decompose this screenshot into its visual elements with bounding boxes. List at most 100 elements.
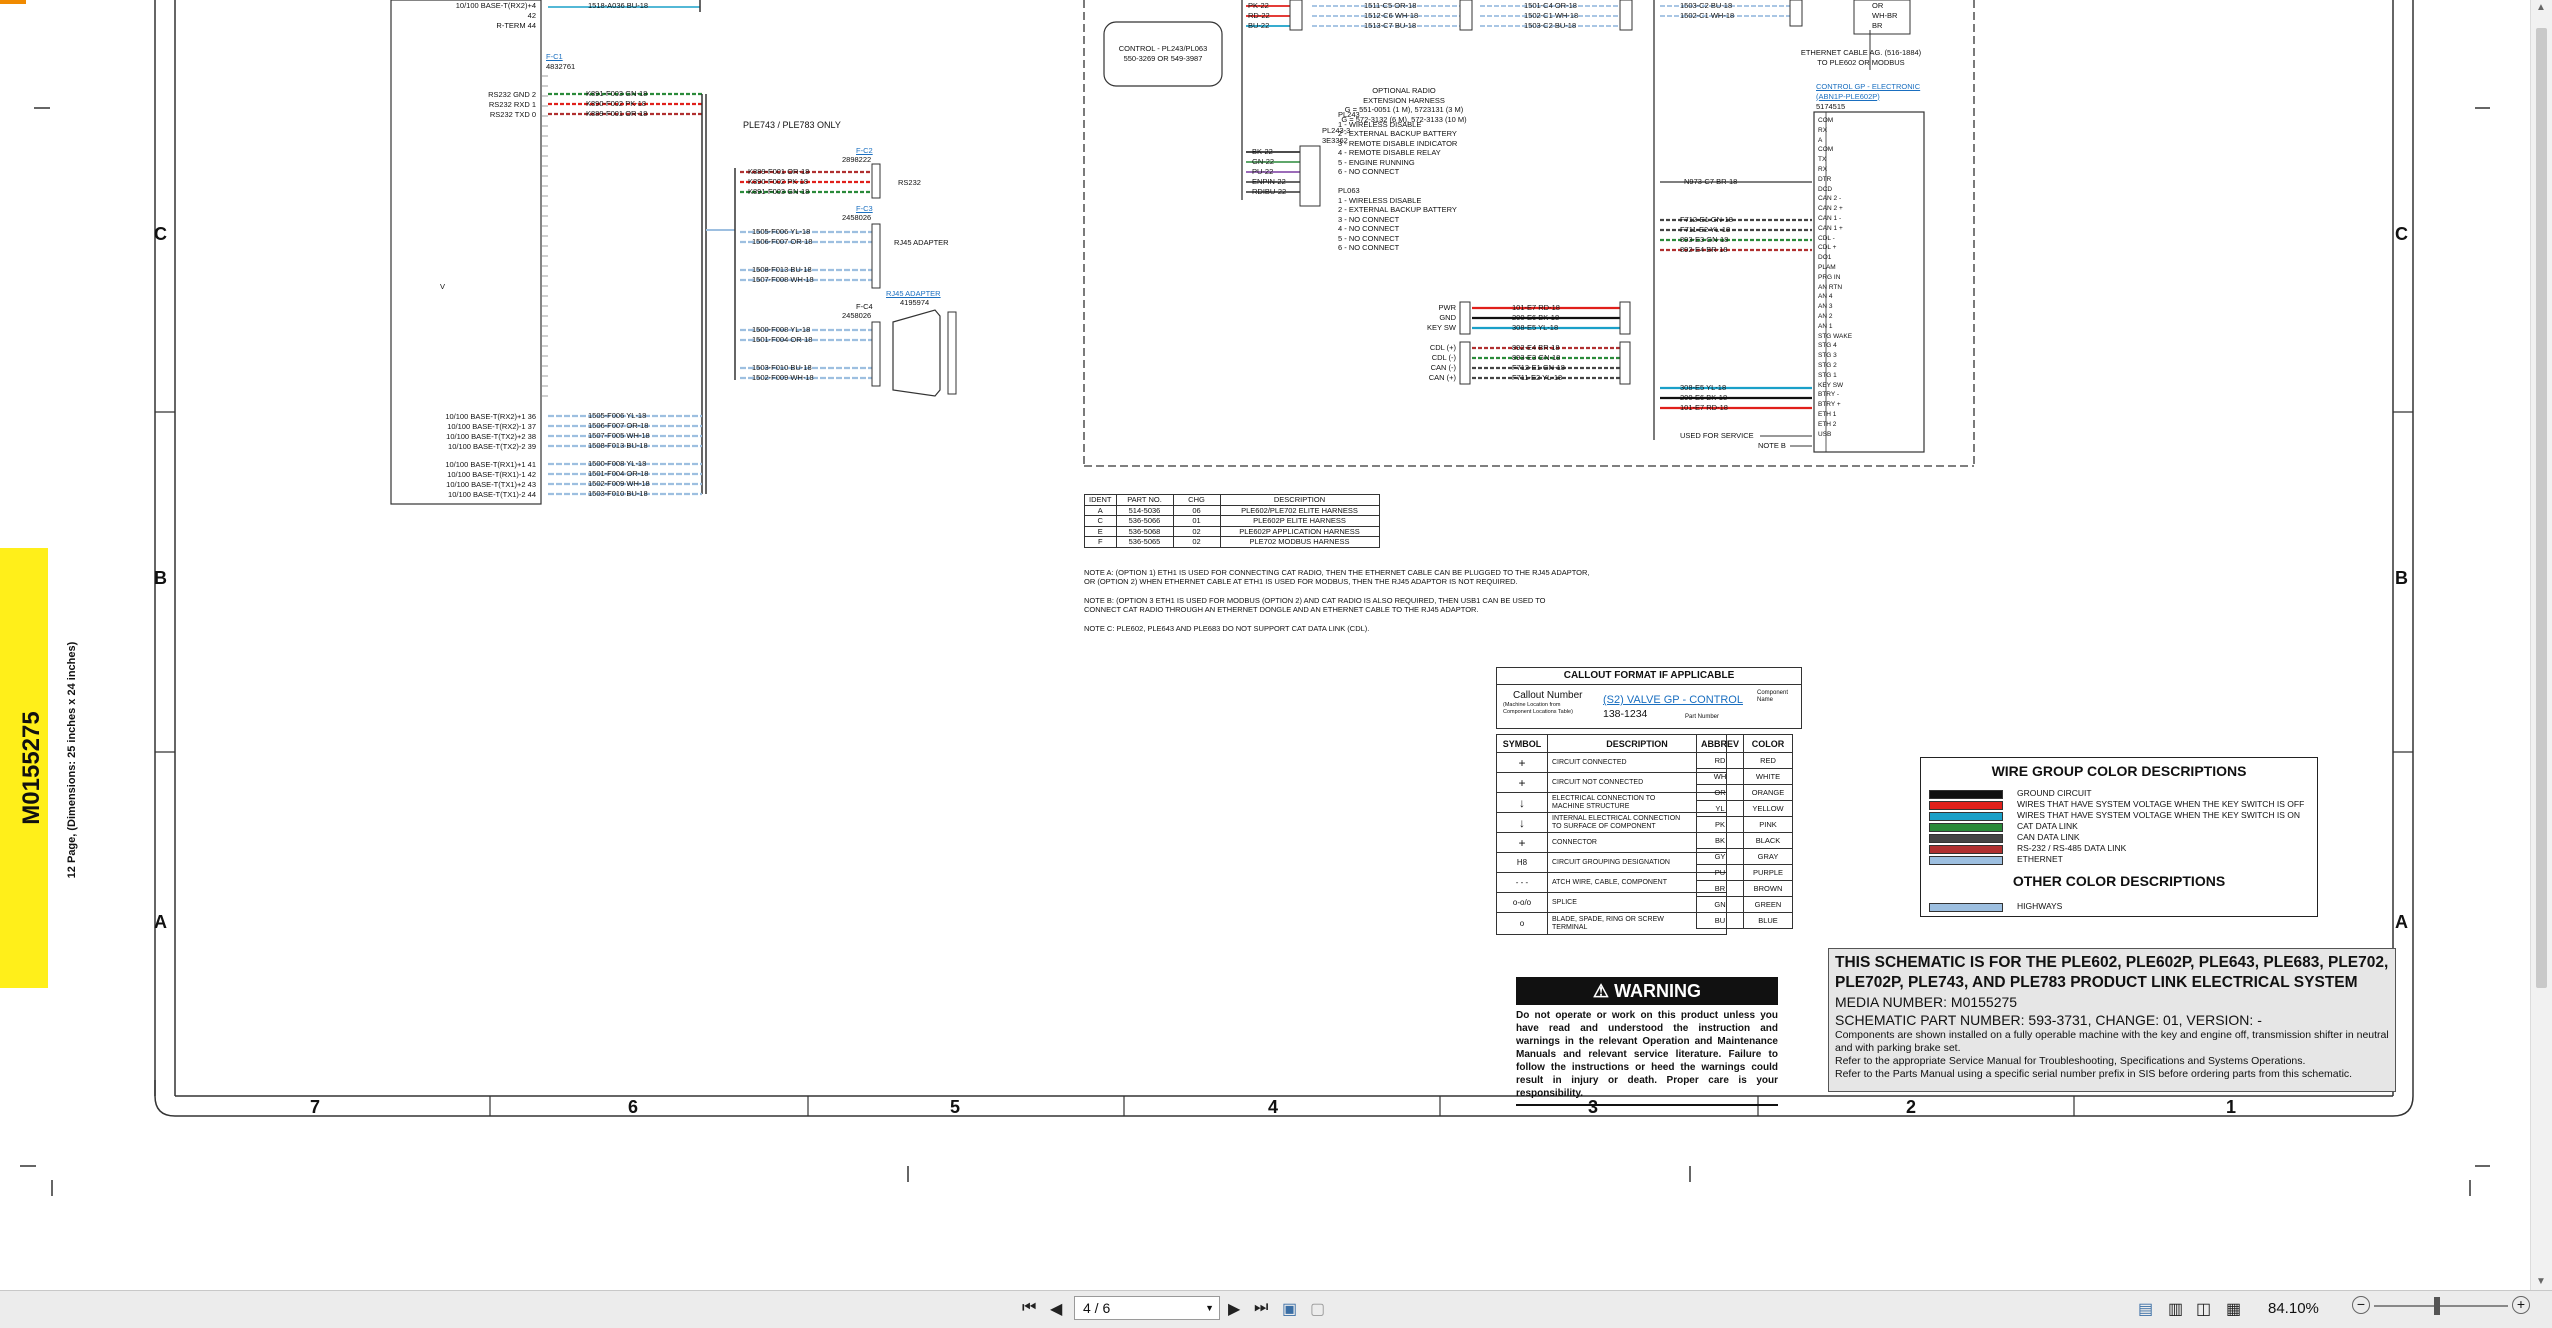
vertical-scrollbar[interactable]: ▲ ▼ xyxy=(2530,0,2552,1290)
pl063-list: PL063 1 - WIRELESS DISABLE 2 - EXTERNAL … xyxy=(1338,186,1457,252)
fc3-part: 2458026 xyxy=(842,213,872,222)
cell: BLACK xyxy=(1743,832,1794,849)
control-gp-link[interactable]: CONTROL GP - ELECTRONIC (ABN1P-PLE602P) xyxy=(1816,82,1920,101)
rs232-wire-1: K891-F003 GN-18 xyxy=(586,89,648,98)
control-gp-pin-list: COM RX A COM TX RX DTR DCD CAN 2 - CAN 2 + CAN 1 -… xyxy=(1818,116,1852,439)
cell: PLE602P ELITE HARNESS xyxy=(1219,515,1380,527)
facing-view-icon[interactable]: ◫ xyxy=(2196,1299,2211,1319)
single-page-view-icon[interactable]: ▤ xyxy=(2138,1299,2153,1319)
control-gp-pin: DO1 xyxy=(1818,254,1832,262)
wire-group-title: WIRE GROUP COLOR DESCRIPTIONS xyxy=(1991,763,2247,779)
zone-row-b-right: B xyxy=(2395,568,2408,588)
cell: PK xyxy=(1695,816,1745,833)
fc4-part: 2458026 xyxy=(842,311,872,320)
callout-number: Callout Number xyxy=(1513,690,1583,701)
top-pin-2: R-TERM 44 xyxy=(496,21,536,30)
control-gp-pin: BTRY + xyxy=(1818,401,1841,409)
table-row: RD RED xyxy=(1695,752,1794,769)
last-page-icon[interactable]: ⏭ xyxy=(1254,1299,1268,1317)
symbol-cell: + xyxy=(1496,772,1548,793)
table-row: A 514-5036 06 PLE602/PLE702 ELITE HARNESS xyxy=(1084,504,1380,516)
eth-wire-1: 1505-F006 YL-18 xyxy=(588,411,647,420)
control-gp-pin: STG 4 xyxy=(1818,342,1837,350)
fit-page-icon[interactable]: ▣ xyxy=(1282,1299,1297,1319)
facing-continuous-view-icon[interactable]: ▦ xyxy=(2226,1299,2241,1319)
cell: PINK xyxy=(1743,816,1794,833)
zone-col-1: 1 xyxy=(2226,1097,2237,1117)
cell: ORANGE xyxy=(1743,784,1794,801)
other-color-title: OTHER COLOR DESCRIPTIONS xyxy=(2012,873,2226,889)
zoom-slider-track[interactable] xyxy=(2374,1305,2508,1307)
zone-col-4: 4 xyxy=(1268,1097,1279,1117)
zone-row-a-left: A xyxy=(154,912,167,932)
table-row: + CIRCUIT NOT CONNECTED xyxy=(1496,772,1727,793)
scroll-down-icon[interactable]: ▼ xyxy=(2536,1276,2546,1287)
radio-pin-1: BK-22 xyxy=(1252,147,1273,156)
cell: BLUE xyxy=(1743,912,1794,929)
note-b-line-2: CONNECT CAT RADIO THROUGH AN ETHERNET DO… xyxy=(1084,605,1479,614)
previous-page-icon[interactable]: ◀ xyxy=(1050,1299,1062,1319)
right-wire-a4: 892-E4 BR-18 xyxy=(1680,245,1728,254)
legend-swatch xyxy=(1929,834,2003,843)
control-gp-pin: PRG IN xyxy=(1818,273,1841,281)
zoom-out-icon[interactable]: − xyxy=(2352,1296,2370,1314)
control-gp-pin: BTRY - xyxy=(1818,391,1840,399)
n973-wire: N973-C7 BR-18 xyxy=(1684,177,1738,186)
rs232-wire-2: K890-F002 PK-18 xyxy=(586,99,647,108)
warning-title: WARNING xyxy=(1614,981,1702,1001)
cell: 01 xyxy=(1172,515,1221,527)
top-conn-wire-3: BR xyxy=(1872,21,1883,30)
title-media: MEDIA NUMBER: M0155275 xyxy=(1835,994,2018,1010)
ident-header-chg: CHG xyxy=(1172,494,1221,506)
fit-width-icon[interactable]: ▢ xyxy=(1310,1299,1325,1319)
legend-label: GROUND CIRCUIT xyxy=(2017,788,2092,798)
control-gp-pin: DCD xyxy=(1818,185,1833,193)
ident-header-desc: DESCRIPTION xyxy=(1219,494,1380,506)
cell: RED xyxy=(1743,752,1794,769)
control-gp-pin: AN 4 xyxy=(1818,293,1833,301)
right-wire-a2: F711-E2 YL-18 xyxy=(1680,225,1731,234)
abbrev-header: ABBREV xyxy=(1695,734,1745,753)
table-row: o BLADE, SPADE, RING OR SCREW TERMINAL xyxy=(1496,912,1727,935)
zoom-slider-thumb[interactable] xyxy=(2434,1297,2440,1315)
fc2-wire-2: K890-F002 PK-18 xyxy=(748,177,809,186)
symbol-cell: H8 xyxy=(1496,852,1548,873)
table-row: GY GRAY xyxy=(1695,848,1794,865)
continuous-view-icon[interactable]: ▥ xyxy=(2168,1299,2183,1319)
scroll-up-icon[interactable]: ▲ xyxy=(2536,2,2546,13)
control-gp-pin: CAN 2 + xyxy=(1818,205,1843,213)
zone-col-6: 6 xyxy=(628,1097,639,1117)
zoom-in-icon[interactable]: + xyxy=(2512,1296,2530,1314)
vertical-scroll-thumb[interactable] xyxy=(2536,28,2547,988)
cell: OR xyxy=(1695,784,1745,801)
fc1-label[interactable]: F-C1 xyxy=(546,52,563,62)
rs232-label: RS232 xyxy=(898,178,921,187)
fc3-wire-3: 1508-F013 BU-18 xyxy=(752,265,812,274)
ident-header-ident: IDENT xyxy=(1084,494,1117,506)
legend-swatch xyxy=(1929,856,2003,865)
cell: RD xyxy=(1695,752,1745,769)
pl243-list: PL243 1 - WIRELESS DISABLE 2 - EXTERNAL … xyxy=(1338,110,1458,176)
cdl-wire-4: F711-E2 YL-18 xyxy=(1512,373,1563,382)
first-page-icon[interactable]: ⏮ xyxy=(1022,1299,1036,1317)
legend-swatch xyxy=(1929,845,2003,854)
control-gp-pin: ETH 1 xyxy=(1818,410,1837,418)
fc3-wire-1: 1505-F006 YL-18 xyxy=(752,227,811,236)
top-mid-wire-1: 1511-C5 OR-18 xyxy=(1364,1,1417,10)
warning-icon: ⚠ xyxy=(1592,981,1615,1001)
page-number-input[interactable]: 4 / 6 ▼ xyxy=(1074,1296,1220,1320)
zoom-level[interactable]: 84.10% xyxy=(2268,1300,2319,1317)
cell: GREEN xyxy=(1743,896,1794,913)
callout-link[interactable]: (S2) VALVE GP - CONTROL xyxy=(1603,694,1743,706)
note-c: NOTE C: PLE602, PLE643 AND PLE683 DO NOT… xyxy=(1084,624,1370,633)
chevron-down-icon[interactable]: ▼ xyxy=(1205,1297,1214,1319)
cell: 536-5068 xyxy=(1115,525,1174,537)
right-wire-b1: 308-E5 YL-18 xyxy=(1680,383,1727,392)
legend-label: CAN DATA LINK xyxy=(2017,832,2080,842)
eth-wire-8: 1503-F010 BU-18 xyxy=(588,489,648,498)
cell: A xyxy=(1084,504,1117,516)
table-row: GN GREEN xyxy=(1695,896,1794,913)
next-page-icon[interactable]: ▶ xyxy=(1228,1299,1240,1319)
cdl-label-4: CAN (+) xyxy=(1428,373,1456,382)
right-wire-b3: 101-E7 RD-18 xyxy=(1680,403,1728,412)
